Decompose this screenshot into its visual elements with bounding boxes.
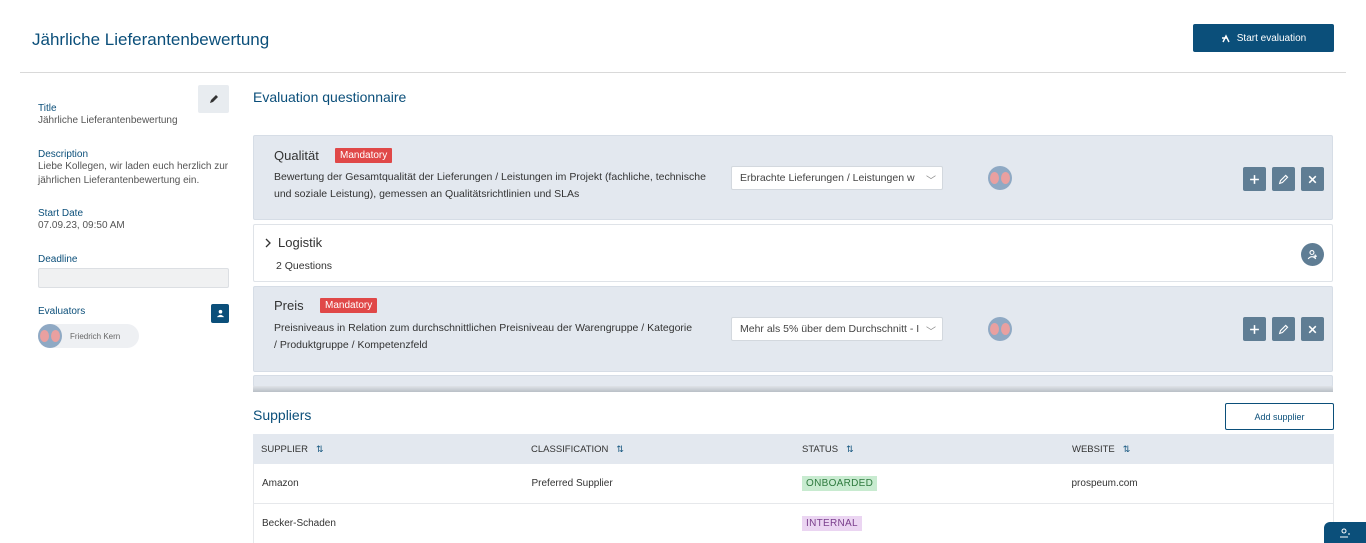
edit-details-button[interactable] <box>198 85 229 113</box>
questionnaire-title: Evaluation questionnaire <box>253 89 407 105</box>
suppliers-table: SUPPLIER ⇅ CLASSIFICATION ⇅ STATUS ⇅ WEBSIT… <box>253 434 1334 543</box>
description-label: Description <box>38 149 89 160</box>
sort-icon[interactable]: ⇅ <box>616 444 624 454</box>
edit-question-button[interactable] <box>1272 317 1295 341</box>
question-group-logistik[interactable]: Logistik 2 Questions <box>253 224 1333 282</box>
mandatory-badge: Mandatory <box>320 298 378 313</box>
column-label: SUPPLIER <box>261 443 308 455</box>
assign-person-icon <box>1307 249 1317 260</box>
deadline-input[interactable] <box>38 268 229 288</box>
evaluator-name: Friedrich Kern <box>70 331 121 341</box>
start-evaluation-button[interactable]: Start evaluation <box>1193 24 1334 52</box>
supplier-cell: Becker-Schaden <box>262 518 336 529</box>
column-header-supplier[interactable]: SUPPLIER ⇅ <box>253 444 523 455</box>
sort-icon[interactable]: ⇅ <box>846 444 854 454</box>
status-cell: ONBOARDED <box>794 476 1064 491</box>
chevron-right-icon <box>265 238 271 247</box>
group-question-count: 2 Questions <box>276 260 333 272</box>
suppliers-title: Suppliers <box>253 407 312 423</box>
chat-person-icon <box>1340 528 1350 538</box>
question-card-preis: Preis Mandatory Preisniveaus in Relation… <box>253 286 1333 372</box>
mandatory-badge: Mandatory <box>335 148 393 163</box>
add-question-button[interactable] <box>1243 317 1266 341</box>
table-row[interactable]: Amazon Preferred Supplier ONBOARDED pros… <box>253 464 1334 504</box>
answer-select-value: Erbrachte Lieferungen / Leistungen w <box>740 172 915 184</box>
group-header[interactable]: Logistik <box>264 235 322 250</box>
avatar <box>988 317 1012 341</box>
start-evaluation-label: Start evaluation <box>1236 32 1307 44</box>
evaluators-label: Evaluators <box>38 306 86 317</box>
chevron-down-icon: ﹀ <box>926 327 936 338</box>
column-header-status[interactable]: STATUS ⇅ <box>794 444 1064 455</box>
remove-question-button[interactable] <box>1301 167 1324 191</box>
supplier-cell: Amazon <box>262 478 299 489</box>
avatar <box>988 166 1012 190</box>
start-icon <box>1221 34 1230 43</box>
answer-select[interactable]: Erbrachte Lieferungen / Leistungen w ﹀ <box>731 166 943 190</box>
description-value: Liebe Kollegen, wir laden euch herzlich … <box>38 161 229 186</box>
status-badge: ONBOARDED <box>802 476 878 491</box>
page-title: Jährliche Lieferantenbewertung <box>32 30 270 49</box>
column-header-classification[interactable]: CLASSIFICATION ⇅ <box>523 444 794 455</box>
sort-icon[interactable]: ⇅ <box>1123 444 1131 454</box>
assign-evaluator-button[interactable] <box>1301 243 1324 266</box>
close-icon <box>1308 175 1317 183</box>
start-date-field: Start Date 07.09.23, 09:50 AM <box>38 208 125 233</box>
remove-question-button[interactable] <box>1301 317 1324 341</box>
plus-icon <box>1250 174 1259 184</box>
column-header-website[interactable]: WEBSITE ⇅ <box>1064 444 1334 455</box>
add-question-button[interactable] <box>1243 167 1266 191</box>
column-label: WEBSITE <box>1072 443 1115 455</box>
question-card-qualitaet: Qualität Mandatory Bewertung der Gesamtq… <box>253 135 1333 220</box>
deadline-field: Deadline <box>38 254 77 265</box>
add-evaluator-button[interactable] <box>211 304 229 323</box>
edit-question-button[interactable] <box>1272 167 1295 191</box>
status-cell: INTERNAL <box>794 516 1064 531</box>
description-field: Description Liebe Kollegen, wir laden eu… <box>38 149 230 188</box>
table-header: SUPPLIER ⇅ CLASSIFICATION ⇅ STATUS ⇅ WEBSIT… <box>253 434 1334 464</box>
question-title: Preis <box>274 298 304 313</box>
pencil-icon <box>1278 174 1289 184</box>
classification-cell: Preferred Supplier <box>531 478 613 489</box>
answer-select[interactable]: Mehr als 5% über dem Durchschnitt - I ﹀ <box>731 317 943 341</box>
title-value: Jährliche Lieferantenbewertung <box>38 115 178 126</box>
question-title: Qualität <box>274 148 319 163</box>
title-label: Title <box>38 103 57 114</box>
chevron-down-icon: ﹀ <box>926 176 936 187</box>
start-date-value: 07.09.23, 09:50 AM <box>38 220 125 231</box>
close-icon <box>1308 325 1317 333</box>
column-label: CLASSIFICATION <box>531 443 609 455</box>
header-divider <box>20 72 1346 73</box>
pencil-icon <box>209 95 218 103</box>
add-supplier-button[interactable]: Add supplier <box>1225 403 1334 430</box>
title-field: Title Jährliche Lieferantenbewertung <box>38 103 178 128</box>
deadline-label: Deadline <box>38 254 78 265</box>
status-badge: INTERNAL <box>802 516 862 531</box>
question-text: Preisniveaus in Relation zum durchschnit… <box>274 322 693 351</box>
pencil-icon <box>1278 324 1289 334</box>
evaluator-chip[interactable]: Friedrich Kern <box>38 324 139 348</box>
help-chat-button[interactable] <box>1324 522 1366 543</box>
website-cell: prospeum.com <box>1071 478 1138 489</box>
scroll-shadow-divider <box>253 386 1333 392</box>
avatar <box>38 324 62 348</box>
table-row[interactable]: Becker-Schaden INTERNAL <box>253 504 1334 543</box>
sort-icon[interactable]: ⇅ <box>316 444 324 454</box>
plus-icon <box>1250 324 1259 334</box>
column-label: STATUS <box>802 443 839 455</box>
group-title: Logistik <box>278 235 323 250</box>
question-text: Bewertung der Gesamtqualität der Lieferu… <box>274 171 706 200</box>
evaluators-field: Evaluators <box>38 306 85 317</box>
add-person-icon <box>216 309 224 318</box>
start-date-label: Start Date <box>38 208 84 219</box>
answer-select-value: Mehr als 5% über dem Durchschnitt - I <box>740 323 920 335</box>
